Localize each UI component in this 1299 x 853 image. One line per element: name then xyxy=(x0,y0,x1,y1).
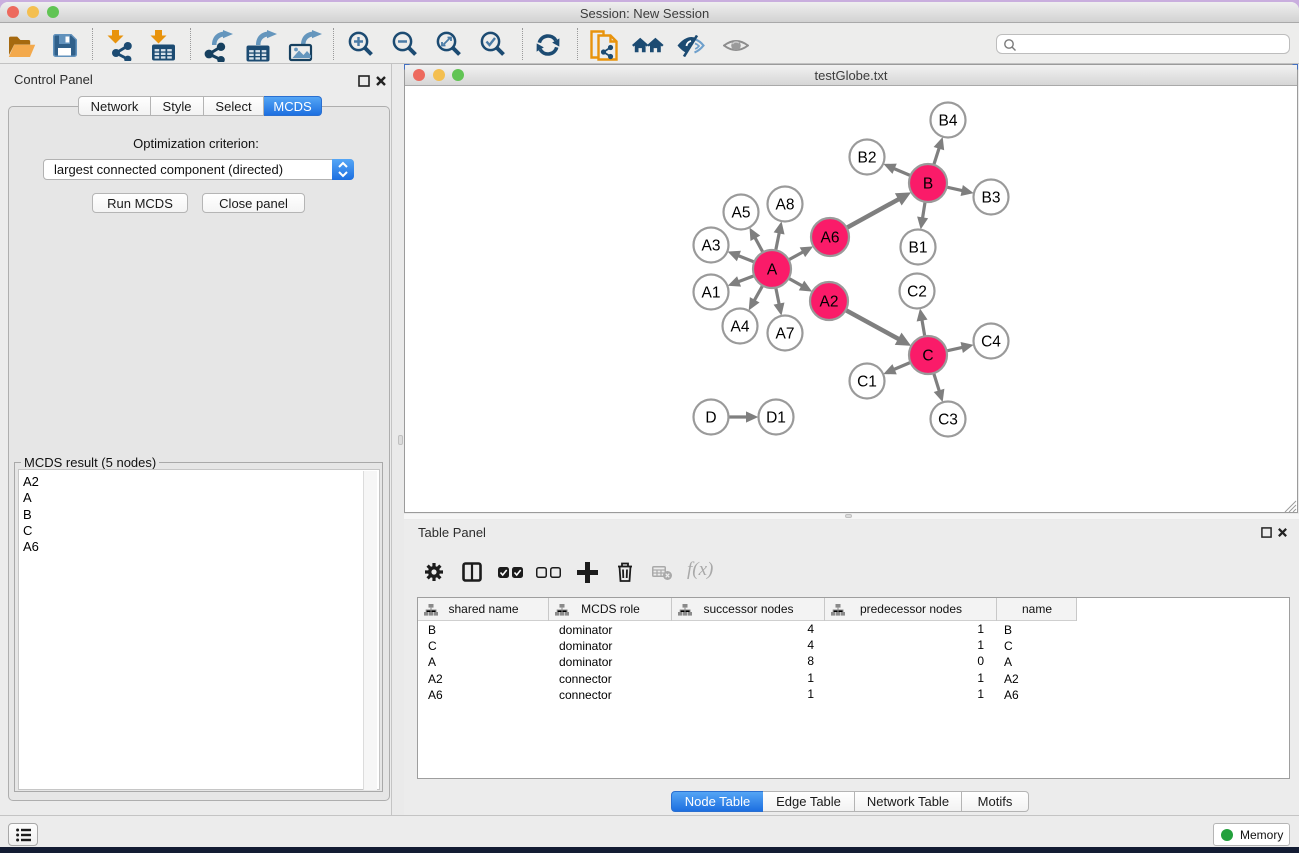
svg-text:C3: C3 xyxy=(938,412,958,429)
svg-text:B: B xyxy=(923,176,933,193)
svg-text:A7: A7 xyxy=(776,326,795,343)
svg-text:B3: B3 xyxy=(982,190,1001,207)
svg-text:B4: B4 xyxy=(939,113,958,130)
svg-text:C: C xyxy=(922,348,933,365)
svg-text:B2: B2 xyxy=(858,150,877,167)
svg-text:A5: A5 xyxy=(732,205,751,222)
svg-text:C2: C2 xyxy=(907,284,927,301)
svg-text:A3: A3 xyxy=(702,238,721,255)
svg-text:B1: B1 xyxy=(909,240,928,257)
svg-text:A: A xyxy=(767,262,778,279)
svg-text:D1: D1 xyxy=(766,410,786,427)
svg-text:C4: C4 xyxy=(981,334,1001,351)
svg-text:A4: A4 xyxy=(731,319,750,336)
svg-text:A6: A6 xyxy=(821,230,840,247)
svg-text:C1: C1 xyxy=(857,374,877,391)
svg-text:A8: A8 xyxy=(776,197,795,214)
svg-text:A2: A2 xyxy=(820,294,839,311)
svg-text:A1: A1 xyxy=(702,285,721,302)
svg-text:D: D xyxy=(705,410,716,427)
